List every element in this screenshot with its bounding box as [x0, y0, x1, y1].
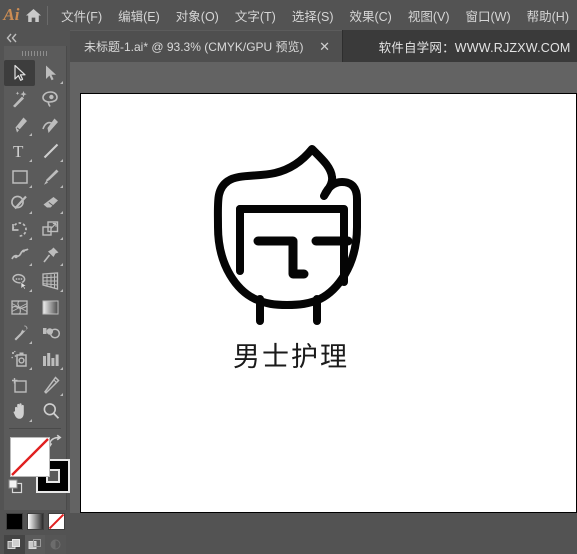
app-logo: Ai — [3, 5, 20, 24]
paintbrush-tool[interactable] — [35, 164, 66, 190]
canvas-area[interactable]: 男士护理 — [70, 62, 577, 513]
magic-wand-tool[interactable] — [4, 86, 35, 112]
draw-behind-mode[interactable] — [24, 535, 46, 554]
tools-panel: T — [0, 30, 70, 554]
panel-drag-handle[interactable] — [4, 46, 66, 60]
column-graph-tool[interactable] — [35, 346, 66, 372]
menubar-divider — [46, 5, 48, 25]
document-tab-title: 未标题-1.ai* @ 93.3% (CMYK/GPU 预览) — [84, 39, 304, 54]
draw-mode-buttons — [4, 535, 67, 554]
draw-normal-mode[interactable] — [4, 535, 25, 554]
mens-care-face-icon — [213, 145, 361, 325]
eraser-tool[interactable] — [35, 190, 66, 216]
color-mode-none[interactable] — [47, 513, 65, 530]
lasso-tool[interactable] — [35, 86, 66, 112]
tools-panel-body: T — [4, 46, 70, 554]
line-segment-tool[interactable] — [35, 138, 66, 164]
selection-tool[interactable] — [4, 60, 35, 86]
collapse-panel-button[interactable] — [0, 30, 70, 46]
menu-object[interactable]: 对象(O) — [168, 0, 227, 30]
fill-swatch[interactable] — [10, 437, 50, 477]
menu-window[interactable]: 窗口(W) — [458, 0, 519, 30]
tools-divider — [9, 428, 61, 429]
type-tool[interactable]: T — [4, 138, 35, 164]
logo-caption: 男士护理 — [233, 342, 349, 372]
menu-effect[interactable]: 效果(C) — [341, 0, 399, 30]
tool-grid: T — [4, 60, 66, 424]
symbol-sprayer-tool[interactable] — [4, 346, 35, 372]
mens-care-logo[interactable]: 男士护理 — [176, 139, 406, 429]
color-mode-buttons — [4, 513, 66, 530]
menu-help[interactable]: 帮助(H) — [519, 0, 577, 30]
curvature-tool[interactable] — [35, 112, 66, 138]
zoom-tool[interactable] — [35, 398, 66, 424]
document-tab-bar: 未标题-1.ai* @ 93.3% (CMYK/GPU 预览) ✕ 软件自学网：… — [70, 30, 577, 62]
hand-tool[interactable] — [4, 398, 35, 424]
color-mode-color[interactable] — [5, 513, 23, 530]
fill-stroke-controls — [4, 433, 70, 511]
scale-tool[interactable] — [35, 216, 66, 242]
mesh-tool[interactable] — [4, 294, 35, 320]
menu-bar: Ai 文件(F) 编辑(E) 对象(O) 文字(T) 选择(S) 效果(C) 视… — [0, 0, 577, 30]
svg-text:T: T — [13, 142, 24, 160]
pen-tool[interactable] — [4, 112, 35, 138]
width-tool[interactable] — [4, 242, 35, 268]
menu-edit[interactable]: 编辑(E) — [110, 0, 168, 30]
illustrator-window: Ai 文件(F) 编辑(E) 对象(O) 文字(T) 选择(S) 效果(C) 视… — [0, 0, 577, 554]
shaper-tool[interactable] — [4, 190, 35, 216]
close-icon[interactable]: ✕ — [318, 39, 332, 53]
menu-items: 文件(F) 编辑(E) 对象(O) 文字(T) 选择(S) 效果(C) 视图(V… — [53, 0, 577, 30]
watermark-text: 软件自学网：WWW.RJZXW.COM — [378, 40, 571, 55]
menu-file[interactable]: 文件(F) — [53, 0, 110, 30]
document-tab[interactable]: 未标题-1.ai* @ 93.3% (CMYK/GPU 预览) ✕ — [70, 30, 343, 62]
rotate-tool[interactable] — [4, 216, 35, 242]
color-mode-gradient[interactable] — [26, 513, 44, 530]
perspective-grid-tool[interactable] — [35, 268, 66, 294]
blend-tool[interactable] — [35, 320, 66, 346]
gradient-tool[interactable] — [35, 294, 66, 320]
artboard-tool[interactable] — [4, 372, 35, 398]
slice-tool[interactable] — [35, 372, 66, 398]
menu-type[interactable]: 文字(T) — [227, 0, 284, 30]
menu-select[interactable]: 选择(S) — [284, 0, 342, 30]
direct-selection-tool[interactable] — [35, 60, 66, 86]
rectangle-tool[interactable] — [4, 164, 35, 190]
free-transform-tool[interactable] — [35, 242, 66, 268]
artboard[interactable]: 男士护理 — [80, 93, 577, 513]
home-icon[interactable] — [23, 0, 45, 30]
eyedropper-tool[interactable] — [4, 320, 35, 346]
menu-view[interactable]: 视图(V) — [400, 0, 458, 30]
shape-builder-tool[interactable] — [4, 268, 35, 294]
draw-inside-mode[interactable] — [45, 535, 67, 554]
default-fill-stroke-icon[interactable] — [8, 479, 23, 499]
